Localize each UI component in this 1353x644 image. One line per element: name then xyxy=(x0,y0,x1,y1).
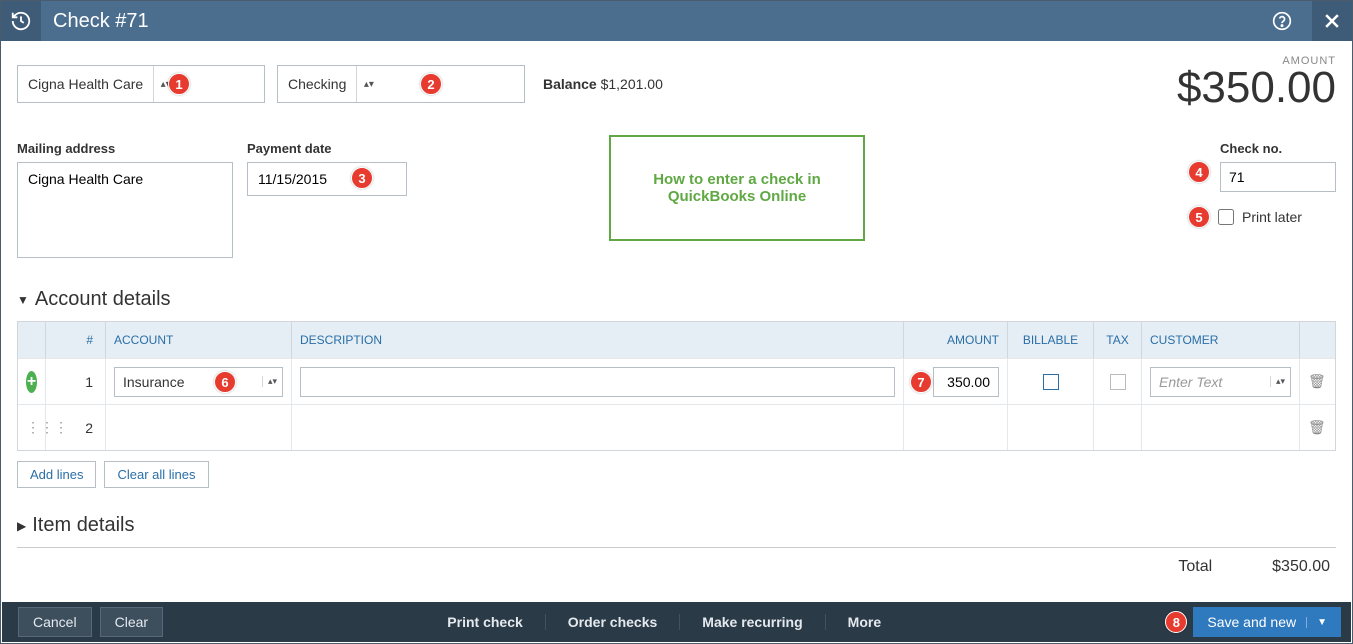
balance-label: Balance xyxy=(543,76,597,92)
add-row-icon[interactable]: + xyxy=(26,371,37,393)
make-recurring-link[interactable]: Make recurring xyxy=(680,614,825,630)
account-details-title: Account details xyxy=(35,288,171,311)
col-num: # xyxy=(46,322,106,358)
account-value: Insurance xyxy=(115,374,262,390)
history-icon[interactable] xyxy=(1,1,41,41)
amount-display: AMOUNT $350.00 xyxy=(1177,55,1336,113)
customer-placeholder: Enter Text xyxy=(1151,374,1270,390)
row-num: 1 xyxy=(46,359,106,404)
payment-date-label: Payment date xyxy=(247,141,407,156)
clear-button[interactable]: Clear xyxy=(100,607,163,637)
clear-lines-button[interactable]: Clear all lines xyxy=(104,461,208,488)
total-label: Total xyxy=(1178,558,1212,576)
close-icon[interactable] xyxy=(1312,1,1352,41)
billable-checkbox[interactable] xyxy=(1043,374,1059,390)
check-no-label: Check no. xyxy=(1220,141,1336,156)
annotation-badge-5: 5 xyxy=(1188,206,1210,228)
add-lines-button[interactable]: Add lines xyxy=(17,461,96,488)
tutorial-callout: How to enter a check in QuickBooks Onlin… xyxy=(609,135,865,241)
total-row: Total $350.00 xyxy=(17,548,1336,576)
annotation-badge-8: 8 xyxy=(1165,611,1187,633)
tutorial-line1: How to enter a check in xyxy=(653,171,821,188)
print-later-checkbox[interactable] xyxy=(1218,209,1234,225)
payee-value: Cigna Health Care xyxy=(18,76,153,92)
title-bar: Check #71 xyxy=(1,1,1352,41)
bottom-bar: Cancel Clear Print check Order checks Ma… xyxy=(2,602,1351,642)
order-checks-link[interactable]: Order checks xyxy=(546,614,681,630)
item-details-toggle[interactable]: ▶ Item details xyxy=(17,514,1336,537)
customer-select[interactable]: Enter Text ▴▾ xyxy=(1150,367,1291,397)
caret-right-icon: ▶ xyxy=(17,519,26,533)
mailing-address-label: Mailing address xyxy=(17,141,233,156)
account-details-grid: # ACCOUNT DESCRIPTION AMOUNT BILLABLE TA… xyxy=(17,321,1336,451)
total-value: $350.00 xyxy=(1272,558,1330,576)
annotation-badge-3: 3 xyxy=(351,167,373,189)
print-later-label: Print later xyxy=(1242,209,1302,225)
table-row: ⋮⋮⋮ 2 🗑 xyxy=(18,404,1335,450)
payment-date-field[interactable] xyxy=(247,162,407,196)
item-details-title: Item details xyxy=(32,514,134,537)
description-field[interactable] xyxy=(300,367,895,397)
annotation-badge-1: 1 xyxy=(168,73,190,95)
check-no-field[interactable] xyxy=(1220,162,1336,192)
col-tax: TAX xyxy=(1094,322,1142,358)
chevron-updown-icon: ▴▾ xyxy=(262,376,282,387)
row-num: 2 xyxy=(46,405,106,450)
bank-account-select[interactable]: Checking 2 ▴▾ xyxy=(277,65,525,103)
tutorial-line2: QuickBooks Online xyxy=(668,188,806,205)
annotation-badge-7: 7 xyxy=(910,371,932,393)
trash-icon[interactable]: 🗑 xyxy=(1308,373,1326,390)
help-icon[interactable] xyxy=(1272,11,1312,31)
chevron-updown-icon: ▴▾ xyxy=(1270,376,1290,387)
window-title: Check #71 xyxy=(41,10,1272,33)
annotation-badge-6: 6 xyxy=(214,371,236,393)
more-link[interactable]: More xyxy=(826,614,903,630)
annotation-badge-4: 4 xyxy=(1188,161,1210,183)
caret-down-icon: ▼ xyxy=(17,293,29,307)
print-later-group: 5 Print later xyxy=(1220,206,1336,228)
balance-display: Balance $1,201.00 xyxy=(543,76,663,92)
chevron-updown-icon: ▴▾ xyxy=(356,66,380,102)
payee-select[interactable]: Cigna Health Care 1 ▴▾ xyxy=(17,65,265,103)
chevron-down-icon[interactable]: ▼ xyxy=(1306,617,1327,628)
save-and-new-button[interactable]: Save and new ▼ xyxy=(1193,607,1341,637)
col-billable: BILLABLE xyxy=(1008,322,1094,358)
grid-header: # ACCOUNT DESCRIPTION AMOUNT BILLABLE TA… xyxy=(18,322,1335,358)
col-account: ACCOUNT xyxy=(106,322,292,358)
amount-value: $350.00 xyxy=(1177,63,1336,113)
amount-field[interactable] xyxy=(933,367,999,397)
account-details-toggle[interactable]: ▼ Account details xyxy=(17,288,1336,311)
col-amount: AMOUNT xyxy=(904,322,1008,358)
cancel-button[interactable]: Cancel xyxy=(18,607,92,637)
mailing-address-field[interactable]: Cigna Health Care xyxy=(17,162,233,258)
annotation-badge-2: 2 xyxy=(420,73,442,95)
table-row: + 1 Insurance ▴▾ 6 7 xyxy=(18,358,1335,404)
balance-value: $1,201.00 xyxy=(601,76,663,92)
col-customer: CUSTOMER xyxy=(1142,322,1300,358)
save-button-label: Save and new xyxy=(1207,614,1296,630)
tax-checkbox[interactable] xyxy=(1110,374,1126,390)
trash-icon[interactable]: 🗑 xyxy=(1308,419,1326,436)
account-select[interactable]: Insurance ▴▾ xyxy=(114,367,283,397)
col-description: DESCRIPTION xyxy=(292,322,904,358)
bank-account-value: Checking xyxy=(278,76,356,92)
print-check-link[interactable]: Print check xyxy=(425,614,545,630)
